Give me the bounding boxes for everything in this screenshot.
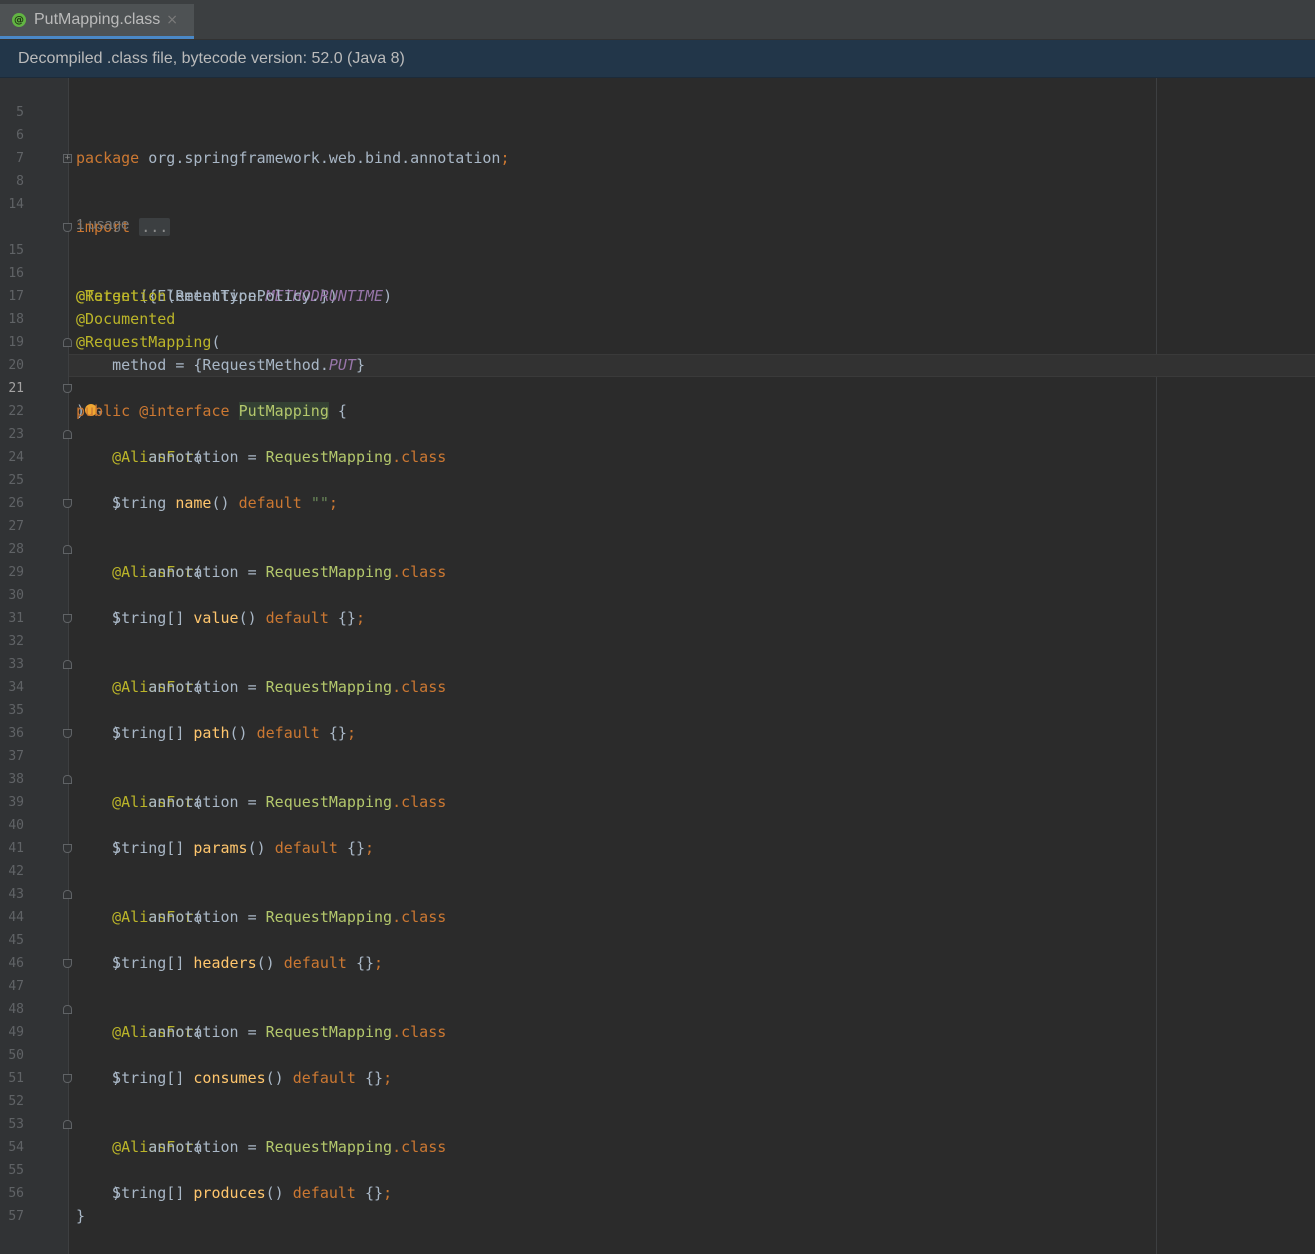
fold-collapse-icon[interactable] (63, 223, 72, 232)
code-line: 36 (0, 699, 36, 741)
fold-collapse-icon[interactable] (63, 959, 72, 968)
code-line: 53 annotation = RequestMapping.class (0, 1090, 446, 1156)
code-line: 30 String[] value() default {}; (0, 561, 365, 627)
code-line: 52 @AliasFor( (0, 1067, 202, 1156)
code-line: 37 @AliasFor( (0, 722, 202, 811)
code-line: 42 @AliasFor( (0, 837, 202, 926)
code-line: 8 + import ... (0, 147, 171, 236)
tab-putmapping-class[interactable]: @ PutMapping.class × (0, 4, 194, 39)
code-line: 24 ) (0, 423, 121, 512)
code-line: 19 method = {RequestMethod.PUT} (0, 308, 365, 374)
fold-expand-icon[interactable]: + (63, 154, 72, 163)
code-line: 33 annotation = RequestMapping.class (0, 630, 446, 696)
fold-end-icon[interactable] (63, 775, 72, 784)
code-line: 38 annotation = RequestMapping.class (0, 745, 446, 811)
line-number: 57 (8, 1209, 24, 1224)
code-line: 45 String[] headers() default {}; (0, 906, 383, 972)
code-line: 6 package org.springframework.web.bind.a… (0, 101, 509, 167)
annotation-file-icon: @ (12, 13, 26, 27)
code-line: 32 @AliasFor( (0, 607, 202, 696)
fold-collapse-icon[interactable] (63, 729, 72, 738)
code-line: 41 (0, 814, 36, 856)
code-line: 54 ) (0, 1113, 121, 1202)
code-line: 40 String[] params() default {}; (0, 791, 374, 857)
code-line: 43 annotation = RequestMapping.class (0, 860, 446, 926)
code-line: 17 @Documented (0, 262, 175, 328)
code-line: 31 (0, 584, 36, 626)
code-line: 56 } (0, 1159, 85, 1225)
usage-hint-line: 1 usage (0, 193, 129, 233)
fold-end-icon[interactable] (63, 1005, 72, 1014)
editor-tab-bar: @ PutMapping.class × (0, 0, 1315, 40)
code-line: 55 String[] produces() default {}; (0, 1136, 392, 1202)
code-line-current: 21 public @interface PutMapping { (0, 354, 347, 420)
code-line: 16 @Retention(RetentionPolicy.RUNTIME) (0, 239, 392, 305)
code-line: 26 (0, 469, 36, 511)
fold-end-icon[interactable] (63, 430, 72, 439)
code-line: 39 ) (0, 768, 121, 857)
fold-end-icon[interactable] (63, 1120, 72, 1129)
code-line: 34 ) (0, 653, 121, 742)
code-line: 35 String[] path() default {}; (0, 676, 356, 742)
code-line: 28 annotation = RequestMapping.class (0, 515, 446, 581)
fold-collapse-icon[interactable] (63, 384, 72, 393)
decompiled-banner: Decompiled .class file, bytecode version… (0, 40, 1315, 78)
collapsed-imports[interactable]: ... (139, 218, 171, 236)
fold-end-icon[interactable] (63, 660, 72, 669)
code-line: 44 ) (0, 883, 121, 972)
code-line: 22 @AliasFor( (0, 377, 202, 466)
code-line: 18 @RequestMapping( (0, 285, 220, 351)
code-line: 25 String name() default ""; (0, 446, 338, 512)
code-line: 47 @AliasFor( (0, 952, 202, 1041)
fold-collapse-icon[interactable] (63, 614, 72, 623)
code-line: 20 ) ▾ (0, 331, 104, 420)
usage-hint[interactable]: 1 usage (76, 216, 129, 233)
code-line: 49 ) (0, 998, 121, 1087)
close-icon[interactable]: × (166, 12, 178, 28)
fold-collapse-icon[interactable] (63, 844, 72, 853)
banner-text: Decompiled .class file, bytecode version… (18, 49, 405, 67)
code-line: 27 @AliasFor( (0, 492, 202, 581)
code-line: 14 (0, 170, 36, 212)
fold-collapse-icon[interactable] (63, 1074, 72, 1083)
fold-end-icon[interactable] (63, 545, 72, 554)
code-line: 50 String[] consumes() default {}; (0, 1021, 392, 1087)
right-margin-guide (1156, 78, 1157, 1254)
code-line: 29 ) (0, 538, 121, 627)
tab-label: PutMapping.class (34, 11, 161, 28)
fold-end-icon[interactable] (63, 338, 72, 347)
fold-end-icon[interactable] (63, 890, 72, 899)
code-line: 5 (0, 78, 36, 120)
fold-collapse-icon[interactable] (63, 499, 72, 508)
code-line: 57 (0, 1182, 36, 1224)
code-line: 48 annotation = RequestMapping.class (0, 975, 446, 1041)
code-line: 51 (0, 1044, 36, 1086)
code-line: 15 @Target({ElementType.METHOD}) (0, 216, 338, 305)
code-line: 46 (0, 929, 36, 971)
code-line: 7 (0, 124, 36, 166)
code-line: 23 annotation = RequestMapping.class (0, 400, 446, 466)
